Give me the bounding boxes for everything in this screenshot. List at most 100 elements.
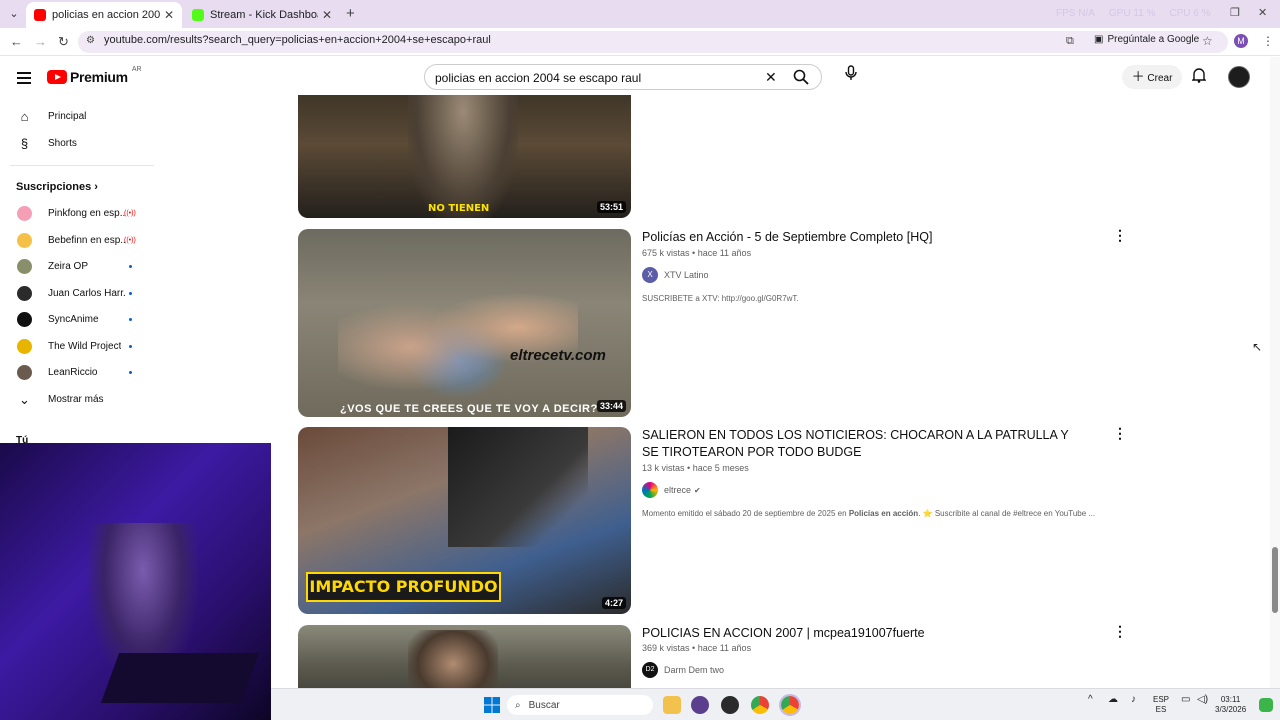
forward-icon[interactable]: → — [34, 34, 47, 49]
sidebar-item-channel[interactable]: LeanRiccio — [0, 359, 155, 385]
close-tab-icon[interactable]: ✕ — [164, 8, 174, 22]
clock-time: 03:11 — [1220, 695, 1241, 704]
thumbnail-figures — [338, 269, 578, 399]
video-description: SUSCRIBETE a XTV: http://goo.gl/G0R7wT. — [642, 294, 799, 303]
channel-link[interactable]: eltrece ✔ — [642, 482, 701, 498]
close-window-icon[interactable]: ✕ — [1258, 6, 1267, 19]
channel-name: SyncAnime — [48, 313, 99, 325]
cpu-readout: CPU 6 % — [1169, 8, 1211, 19]
fps-readout: FPS N/A — [1056, 8, 1095, 19]
lang-top: ESP — [1153, 695, 1170, 704]
ask-google-button[interactable]: ▣ Pregúntale a Google — [1094, 34, 1199, 45]
install-app-icon[interactable]: ⧉ — [1066, 35, 1074, 48]
channel-name: Zeira OP — [48, 260, 89, 272]
video-thumbnail[interactable] — [298, 625, 631, 688]
taskbar-search[interactable]: ⌕ Buscar — [507, 695, 653, 715]
notifications-bell-icon[interactable] — [1191, 67, 1207, 86]
url-text[interactable]: youtube.com/results?search_query=policia… — [104, 34, 491, 46]
subscriptions-label: Suscripciones — [16, 181, 92, 193]
tab-search-icon[interactable]: ⌄ — [6, 6, 22, 22]
show-more-button[interactable]: ⌄ Mostrar más — [0, 386, 155, 412]
video-thumbnail[interactable]: eltrecetv.com ¿VOS QUE TE CREES QUE TE V… — [298, 229, 631, 417]
video-title[interactable]: SALIERON EN TODOS LOS NOTICIEROS: CHOCAR… — [642, 427, 1082, 461]
search-icon: ⌕ — [515, 699, 521, 711]
search-input[interactable]: policias en accion 2004 se escapo raul — [435, 71, 641, 85]
subscriptions-header[interactable]: Suscripciones › — [16, 181, 98, 193]
cloud-icon[interactable]: ☁ — [1108, 695, 1118, 705]
video-meta: 13 k vistas • hace 5 meses — [642, 463, 749, 473]
channel-avatar — [17, 364, 32, 380]
file-explorer-icon[interactable] — [663, 696, 681, 714]
video-title[interactable]: POLICIAS EN ACCION 2007 | mcpea191007fue… — [642, 625, 1062, 642]
kick-favicon-icon — [192, 9, 204, 21]
lens-icon: ▣ — [1094, 34, 1104, 45]
scrollbar-thumb[interactable] — [1272, 547, 1278, 613]
lang-bottom: ES — [1155, 705, 1167, 714]
sidebar-item-channel[interactable]: The Wild Project — [0, 333, 155, 359]
volume-icon[interactable]: ◁) — [1197, 695, 1208, 705]
menu-icon[interactable] — [17, 72, 31, 87]
chrome-profile-icon[interactable] — [779, 694, 801, 716]
chevron-right-icon: › — [94, 181, 98, 193]
thumbnail-figure — [408, 630, 498, 688]
search-results: NO TIENEN 53:51 eltrecetv.com ¿VOS QUE T… — [155, 95, 1270, 688]
page-scrollbar[interactable] — [1270, 57, 1280, 688]
sidebar-item-channel[interactable]: SyncAnime — [0, 306, 155, 332]
more-actions-icon[interactable]: ⋮ — [1113, 623, 1127, 640]
more-actions-icon[interactable]: ⋮ — [1113, 227, 1127, 244]
bookmark-star-icon[interactable]: ☆ — [1202, 34, 1213, 48]
tab-kick[interactable]: Stream - Kick Dashboard ✕ — [184, 2, 340, 28]
sidebar-item-channel[interactable]: Pinkfong en esp... ((•)) — [0, 200, 155, 226]
more-actions-icon[interactable]: ⋮ — [1113, 425, 1127, 442]
sidebar-item-home[interactable]: ⌂ Principal — [0, 103, 155, 129]
tray-overflow-icon[interactable]: ^ — [1088, 695, 1093, 705]
clock-date: 3/3/2026 — [1215, 705, 1247, 714]
live-icon: ((•)) — [124, 236, 136, 244]
browser-menu-icon[interactable]: ⋮ — [1262, 34, 1274, 48]
new-content-dot — [129, 370, 132, 374]
view-count: 369 k vistas — [642, 643, 690, 653]
tab-youtube[interactable]: policias en accion 2004 se escap ✕ — [26, 2, 182, 28]
close-tab-icon[interactable]: ✕ — [322, 8, 332, 22]
youtube-play-icon — [47, 70, 67, 84]
channel-avatar — [17, 285, 32, 301]
banner-text: IMPACTO PROFUNDO — [309, 577, 498, 596]
sidebar-item-channel[interactable]: Juan Carlos Harr... — [0, 280, 155, 306]
microphone-tray-icon[interactable]: ♪ — [1131, 695, 1136, 705]
app-icon[interactable] — [691, 696, 709, 714]
video-description: Momento emitido el sábado 20 de septiemb… — [642, 509, 1095, 518]
microphone-icon[interactable] — [838, 64, 864, 90]
verified-icon: ✔ — [694, 485, 701, 495]
youtube-logo[interactable]: Premium AR — [47, 66, 142, 85]
back-icon[interactable]: ← — [10, 34, 23, 49]
search-box[interactable]: policias en accion 2004 se escapo raul ✕ — [424, 64, 822, 90]
browser-profile-avatar[interactable]: M — [1234, 34, 1248, 48]
video-title[interactable]: Policías en Acción - 5 de Septiembre Com… — [642, 229, 1062, 246]
channel-avatar — [17, 258, 32, 274]
language-indicator[interactable]: ESP ES — [1153, 695, 1169, 715]
browser-tab-strip: ⌄ policias en accion 2004 se escap ✕ Str… — [0, 0, 1280, 28]
channel-avatar: X — [642, 267, 658, 283]
video-thumbnail[interactable]: NO TIENEN 53:51 — [298, 95, 631, 218]
new-tab-button[interactable]: + — [346, 6, 355, 22]
reload-icon[interactable]: ↻ — [58, 34, 69, 50]
clock[interactable]: 03:11 3/3/2026 — [1215, 695, 1246, 715]
create-button[interactable]: ＋ Crear — [1122, 65, 1182, 89]
chrome-icon[interactable] — [751, 696, 769, 714]
sidebar-item-shorts[interactable]: § Shorts — [0, 130, 155, 156]
search-icon[interactable] — [793, 69, 809, 88]
sidebar-item-channel[interactable]: Zeira OP — [0, 253, 155, 279]
user-avatar[interactable] — [1228, 66, 1250, 88]
clear-search-icon[interactable]: ✕ — [765, 69, 777, 86]
channel-link[interactable]: X XTV Latino — [642, 267, 709, 283]
channel-avatar — [17, 232, 32, 248]
windows-start-icon[interactable] — [483, 696, 501, 714]
video-thumbnail[interactable]: IMPACTO PROFUNDO 4:27 — [298, 427, 631, 614]
channel-link[interactable]: D2 Darm Dem two — [642, 662, 724, 678]
network-icon[interactable]: ▭ — [1181, 695, 1190, 705]
site-info-icon[interactable]: ⚙ — [86, 35, 95, 46]
restore-icon[interactable]: ❐ — [1230, 6, 1240, 19]
sidebar-item-channel[interactable]: Bebefinn en esp... ((•)) — [0, 227, 155, 253]
obs-icon[interactable] — [721, 696, 739, 714]
notification-icon[interactable] — [1259, 698, 1273, 712]
